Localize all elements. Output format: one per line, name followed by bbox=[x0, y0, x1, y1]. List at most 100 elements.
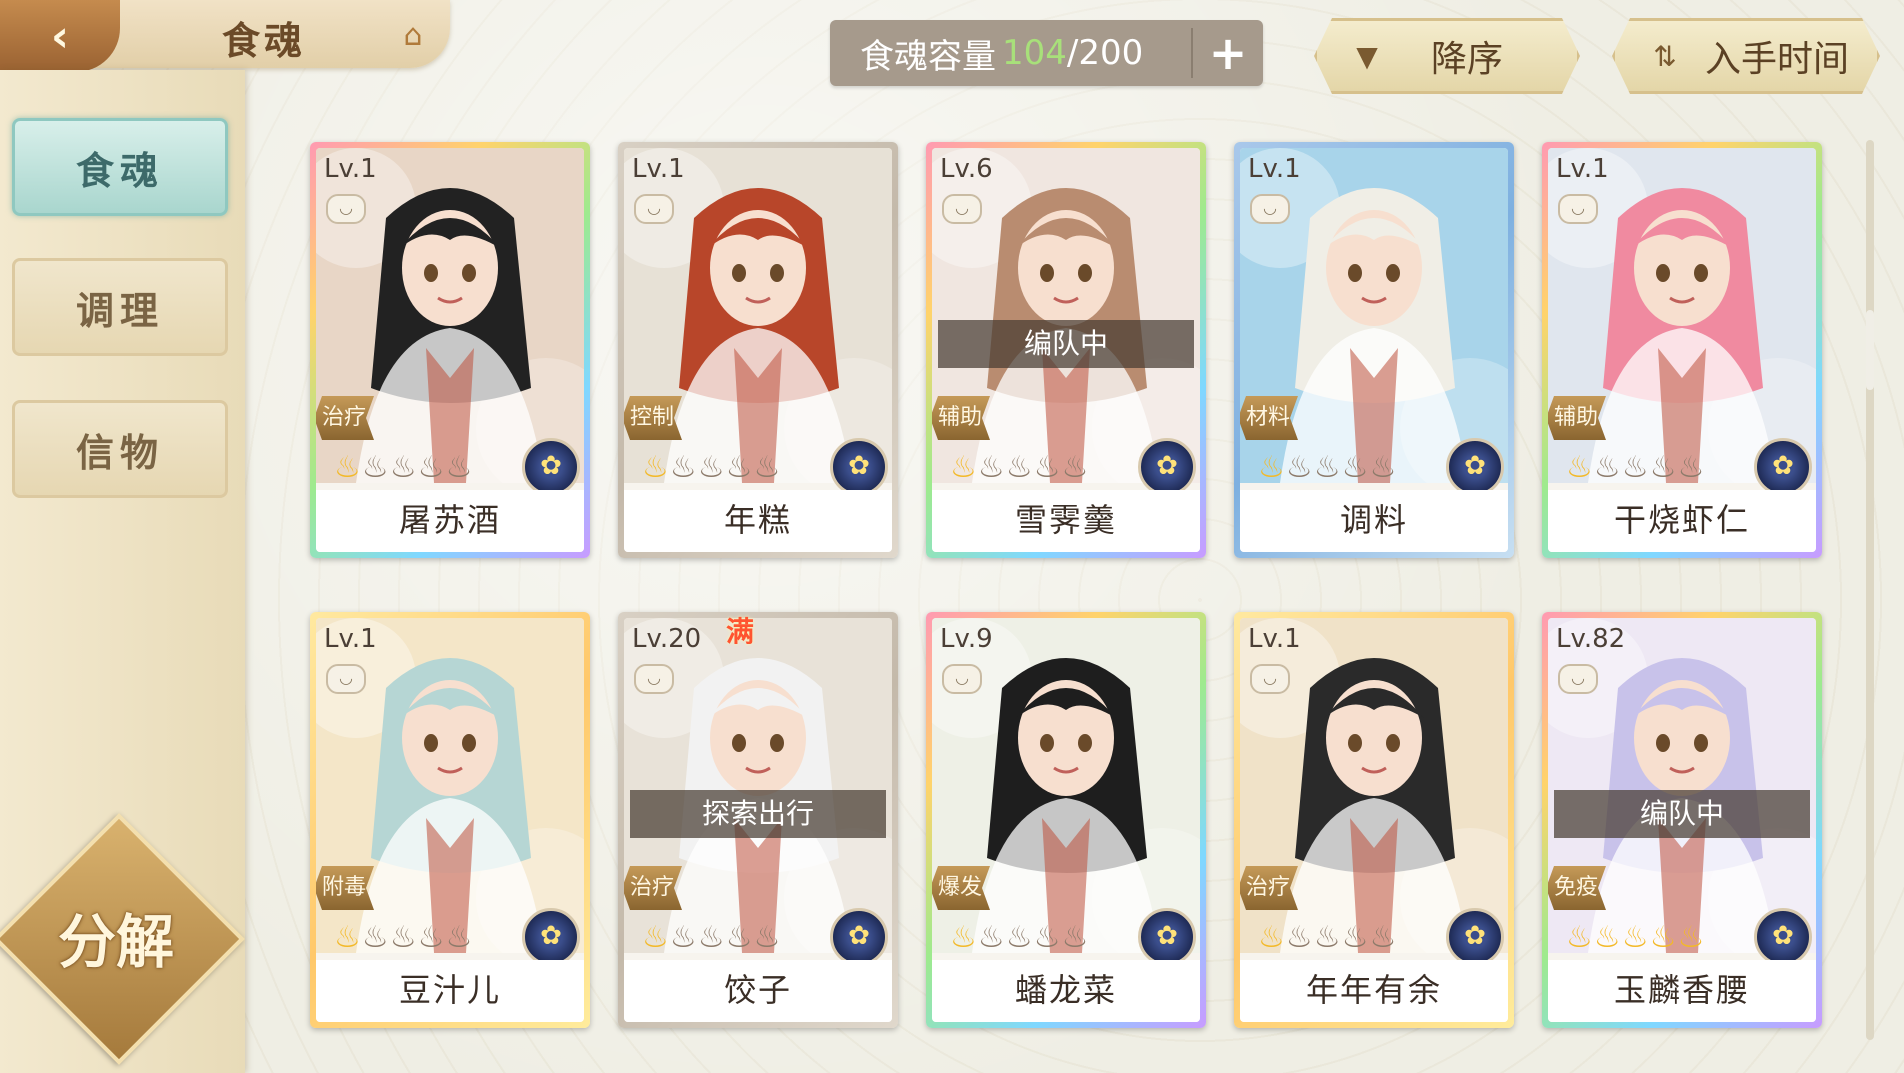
star-icon: ♨ bbox=[1033, 450, 1062, 485]
star-icon: ♨ bbox=[445, 450, 474, 485]
bowl-icon: ◡ bbox=[942, 194, 982, 224]
star-icon: ♨ bbox=[1649, 450, 1678, 485]
capacity-label: 食魂容量 bbox=[860, 36, 996, 77]
star-icon: ♨ bbox=[361, 450, 390, 485]
flower-badge-icon: ✿ bbox=[1754, 908, 1812, 966]
flame-badge-icon: ✿ bbox=[1446, 908, 1504, 966]
star-icon: ♨ bbox=[753, 450, 782, 485]
scrollbar[interactable] bbox=[1866, 140, 1874, 1040]
food-soul-card[interactable]: Lv.1 ◡ 治疗 ♨♨♨♨♨ ✿ 屠苏酒 bbox=[310, 142, 590, 558]
star-rating: ♨♨♨♨♨ bbox=[334, 920, 474, 955]
role-tag: 附毒 bbox=[316, 866, 374, 910]
food-soul-card[interactable]: Lv.1 ◡ 治疗 ♨♨♨♨♨ ✿ 年年有余 bbox=[1234, 612, 1514, 1028]
star-rating: ♨♨♨♨♨ bbox=[1566, 920, 1706, 955]
swap-icon: ⇅ bbox=[1653, 39, 1677, 73]
star-icon: ♨ bbox=[642, 450, 670, 485]
star-icon: ♨ bbox=[361, 920, 390, 955]
star-rating: ♨♨♨♨♨ bbox=[642, 450, 782, 485]
star-icon: ♨ bbox=[1033, 920, 1062, 955]
card-name: 干烧虾仁 bbox=[1548, 490, 1816, 552]
role-tag: 辅助 bbox=[932, 396, 990, 440]
level-label: Lv.1 bbox=[1248, 154, 1301, 184]
food-soul-card[interactable]: Lv.6 ◡ 编队中 辅助 ♨♨♨♨♨ ✿ 雪霁羹 bbox=[926, 142, 1206, 558]
sidebar-item-shihun[interactable]: 食魂 bbox=[12, 118, 228, 216]
bowl-icon: ◡ bbox=[1250, 194, 1290, 224]
star-icon: ♨ bbox=[669, 920, 698, 955]
star-icon: ♨ bbox=[1621, 450, 1650, 485]
star-rating: ♨♨♨♨♨ bbox=[334, 450, 474, 485]
bowl-icon: ◡ bbox=[326, 664, 366, 694]
card-body: Lv.20 ◡ 探索出行 治疗 ♨♨♨♨♨ ✿ 饺子 bbox=[624, 618, 892, 1022]
card-name: 蟠龙菜 bbox=[932, 960, 1200, 1022]
flower-badge-icon: ✿ bbox=[1138, 438, 1196, 496]
role-tag: 控制 bbox=[624, 396, 682, 440]
bowl-icon: ◡ bbox=[1558, 664, 1598, 694]
card-name: 调料 bbox=[1240, 490, 1508, 552]
sidebar-item-xinwu[interactable]: 信物 bbox=[12, 400, 228, 498]
star-icon: ♨ bbox=[445, 920, 474, 955]
star-rating: ♨♨♨♨♨ bbox=[1566, 450, 1706, 485]
food-soul-card[interactable]: Lv.1 ◡ 附毒 ♨♨♨♨♨ ✿ 豆汁儿 bbox=[310, 612, 590, 1028]
star-icon: ♨ bbox=[725, 920, 754, 955]
star-icon: ♨ bbox=[1005, 450, 1034, 485]
card-body: Lv.1 ◡ 控制 ♨♨♨♨♨ ✿ 年糕 bbox=[624, 148, 892, 552]
star-icon: ♨ bbox=[1369, 920, 1398, 955]
star-rating: ♨♨♨♨♨ bbox=[1258, 920, 1398, 955]
food-soul-card[interactable]: Lv.1 ◡ 辅助 ♨♨♨♨♨ ✿ 干烧虾仁 bbox=[1542, 142, 1822, 558]
scroll-thumb[interactable] bbox=[1866, 310, 1874, 390]
sort-order-button[interactable]: ▼ 降序 bbox=[1314, 18, 1580, 94]
level-label: Lv.1 bbox=[324, 154, 377, 184]
role-tag: 治疗 bbox=[316, 396, 374, 440]
food-soul-card[interactable]: Lv.20 ◡ 探索出行 治疗 ♨♨♨♨♨ ✿ 饺子 满 bbox=[618, 612, 898, 1028]
star-icon: ♨ bbox=[1313, 920, 1342, 955]
add-capacity-button[interactable]: + bbox=[1193, 26, 1263, 80]
level-label: Lv.82 bbox=[1556, 624, 1626, 654]
card-name: 年糕 bbox=[624, 490, 892, 552]
food-soul-card[interactable]: Lv.1 ◡ 材料 ♨♨♨♨♨ ✿ 调料 bbox=[1234, 142, 1514, 558]
star-icon: ♨ bbox=[977, 920, 1006, 955]
card-body: Lv.1 ◡ 治疗 ♨♨♨♨♨ ✿ 年年有余 bbox=[1240, 618, 1508, 1022]
house-icon[interactable]: ⌂ bbox=[392, 18, 434, 53]
sort-by-label: 入手时间 bbox=[1705, 39, 1850, 80]
role-tag: 材料 bbox=[1240, 396, 1298, 440]
flower-badge-icon: ✿ bbox=[830, 908, 888, 966]
flower-badge-icon: ✿ bbox=[1446, 438, 1504, 496]
star-rating: ♨♨♨♨♨ bbox=[1258, 450, 1398, 485]
status-banner: 探索出行 bbox=[630, 790, 886, 838]
sidebar-item-tiaoli[interactable]: 调理 bbox=[12, 258, 228, 356]
star-icon: ♨ bbox=[1313, 450, 1342, 485]
role-tag: 治疗 bbox=[624, 866, 682, 910]
back-button[interactable]: ‹ bbox=[0, 0, 120, 72]
card-body: Lv.9 ◡ 爆发 ♨♨♨♨♨ ✿ 蟠龙菜 bbox=[932, 618, 1200, 1022]
capacity-max: /200 bbox=[1066, 33, 1144, 73]
card-name: 雪霁羹 bbox=[932, 490, 1200, 552]
flower-badge-icon: ✿ bbox=[522, 438, 580, 496]
star-icon: ♨ bbox=[1258, 920, 1286, 955]
star-icon: ♨ bbox=[1258, 450, 1286, 485]
star-icon: ♨ bbox=[1005, 920, 1034, 955]
card-name: 屠苏酒 bbox=[316, 490, 584, 552]
card-name: 玉麟香腰 bbox=[1548, 960, 1816, 1022]
star-icon: ♨ bbox=[389, 450, 418, 485]
food-soul-card[interactable]: Lv.82 ◡ 编队中 免疫 ♨♨♨♨♨ ✿ 玉麟香腰 bbox=[1542, 612, 1822, 1028]
sort-order-label: 降序 bbox=[1431, 39, 1504, 80]
decompose-button[interactable]: 分解 bbox=[36, 895, 196, 979]
capacity-display: 食魂容量 104 /200 + bbox=[830, 20, 1263, 86]
star-icon: ♨ bbox=[1285, 450, 1314, 485]
sort-by-button[interactable]: ⇅ 入手时间 bbox=[1612, 18, 1880, 94]
role-tag: 辅助 bbox=[1548, 396, 1606, 440]
status-banner: 编队中 bbox=[1554, 790, 1810, 838]
star-icon: ♨ bbox=[334, 450, 362, 485]
star-icon: ♨ bbox=[1566, 920, 1594, 955]
flower-badge-icon: ✿ bbox=[522, 908, 580, 966]
star-icon: ♨ bbox=[725, 450, 754, 485]
star-icon: ♨ bbox=[1566, 450, 1594, 485]
max-level-tag: 满 bbox=[726, 615, 755, 648]
food-soul-card[interactable]: Lv.1 ◡ 控制 ♨♨♨♨♨ ✿ 年糕 bbox=[618, 142, 898, 558]
star-icon: ♨ bbox=[334, 920, 362, 955]
star-icon: ♨ bbox=[389, 920, 418, 955]
role-tag: 治疗 bbox=[1240, 866, 1298, 910]
star-icon: ♨ bbox=[950, 450, 978, 485]
level-label: Lv.1 bbox=[324, 624, 377, 654]
food-soul-card[interactable]: Lv.9 ◡ 爆发 ♨♨♨♨♨ ✿ 蟠龙菜 bbox=[926, 612, 1206, 1028]
